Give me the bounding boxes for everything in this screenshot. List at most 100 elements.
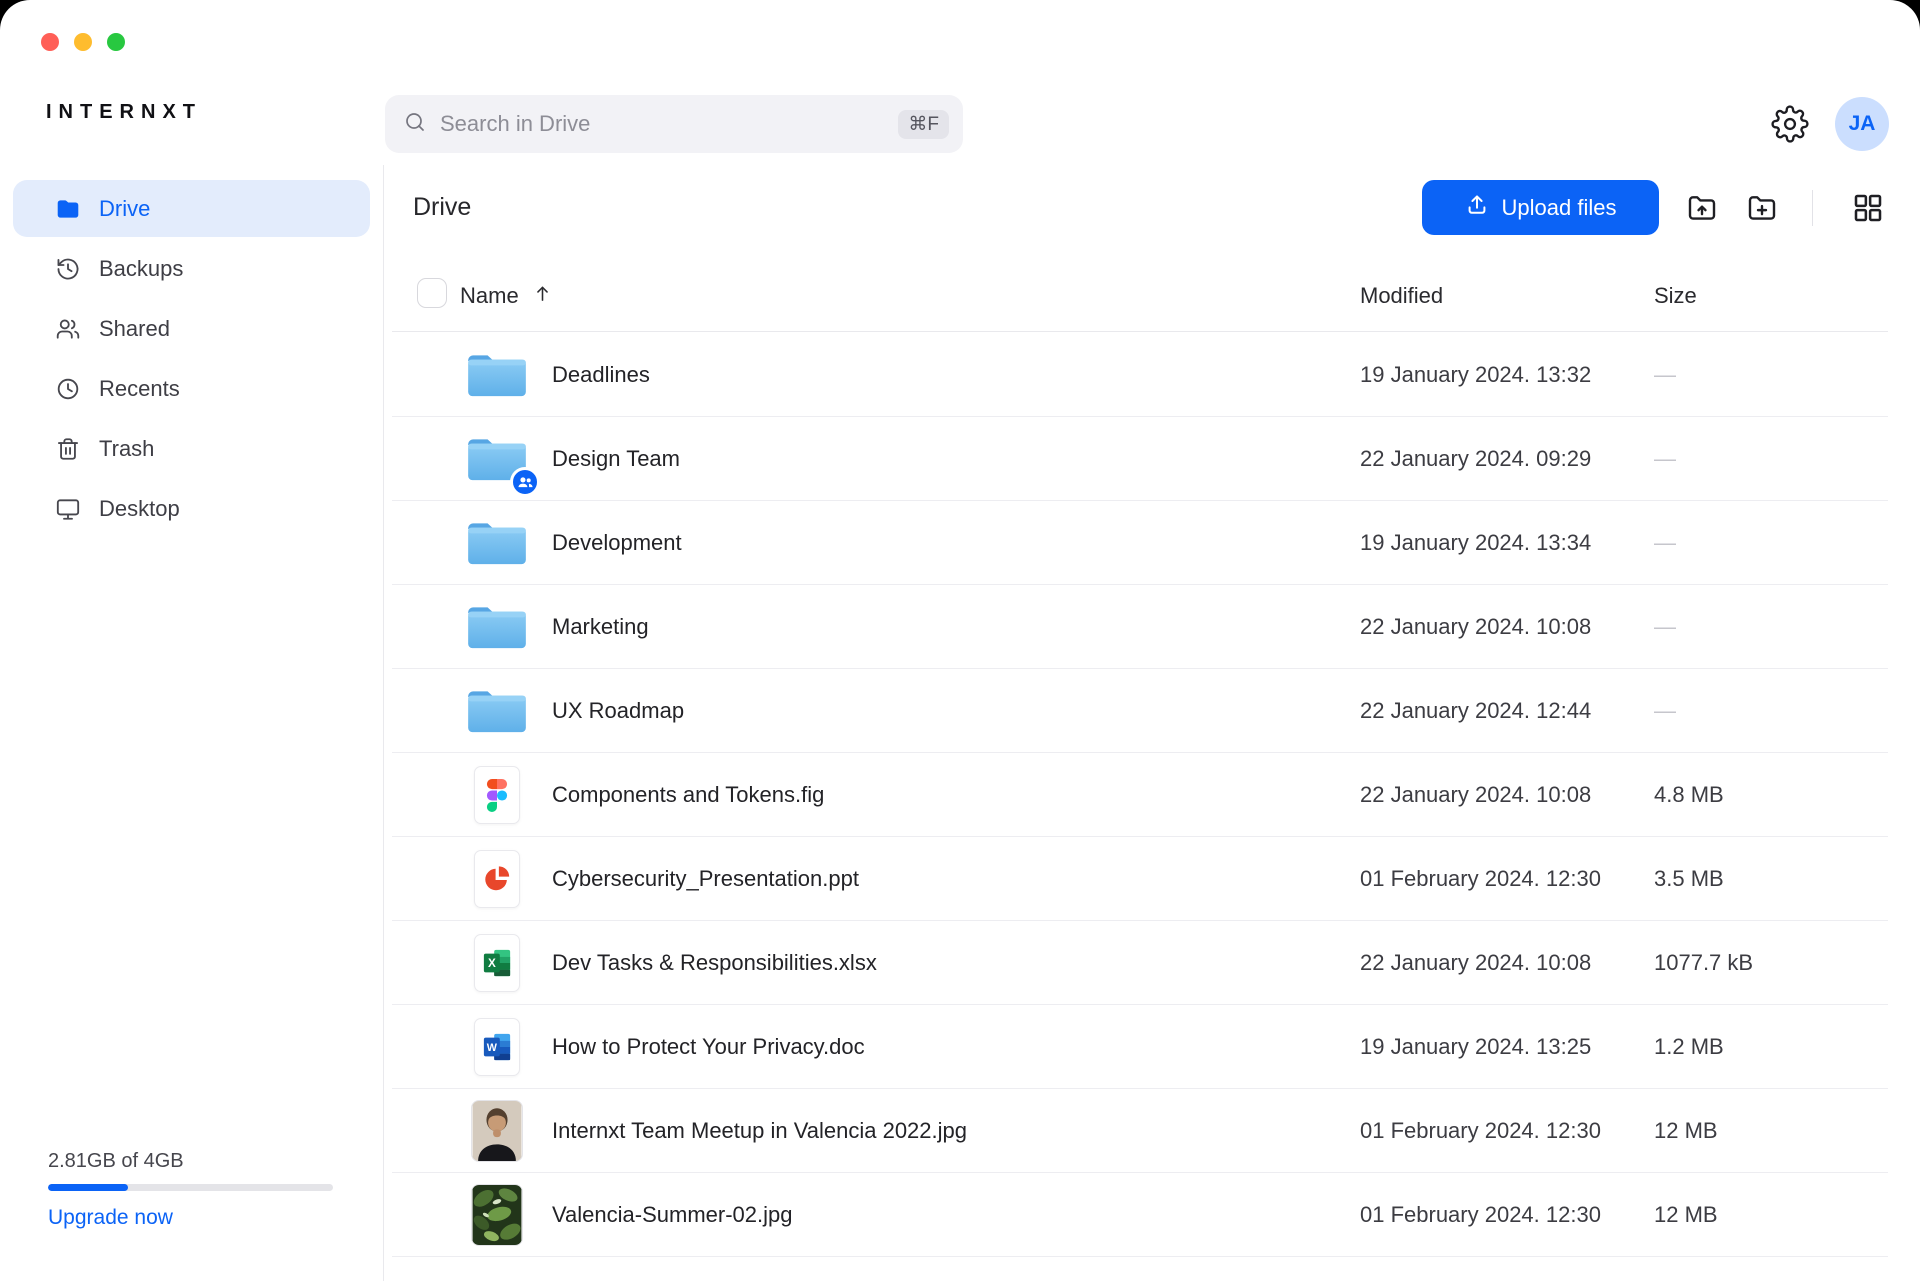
page-title: Drive [413, 193, 471, 222]
table-row[interactable]: Components and Tokens.fig 22 January 202… [384, 753, 1920, 837]
file-modified: 19 January 2024. 13:32 [1360, 333, 1591, 416]
word-icon: W [464, 1005, 530, 1089]
file-size: 12 MB [1654, 1173, 1718, 1256]
file-name: Cybersecurity_Presentation.ppt [552, 837, 859, 920]
file-size: 12 MB [1654, 1089, 1718, 1172]
file-size: 1077.7 kB [1654, 921, 1753, 1004]
search-icon [403, 110, 427, 139]
main-content: Drive Upload files Name Modified Size [384, 165, 1920, 1281]
table-row[interactable]: Cybersecurity_Presentation.ppt 01 Februa… [384, 837, 1920, 921]
sidebar-item-trash[interactable]: Trash [13, 420, 370, 477]
sidebar-nav: Drive Backups Shared Recents Trash Deskt… [0, 180, 383, 540]
storage-progress-bar [48, 1184, 333, 1191]
file-name: Valencia-Summer-02.jpg [552, 1173, 792, 1256]
figma-icon [464, 753, 530, 837]
select-all-checkbox[interactable] [417, 278, 447, 308]
sidebar: Drive Backups Shared Recents Trash Deskt… [0, 165, 384, 1281]
minimize-window-button[interactable] [74, 33, 92, 51]
folder-icon [464, 501, 530, 585]
column-header-name[interactable]: Name [460, 261, 553, 331]
sort-ascending-icon [532, 283, 553, 309]
maximize-window-button[interactable] [107, 33, 125, 51]
new-folder-button[interactable] [1746, 192, 1778, 224]
file-modified: 22 January 2024. 12:44 [1360, 669, 1591, 752]
table-row[interactable]: X Dev Tasks & Responsibilities.xlsx 22 J… [384, 921, 1920, 1005]
file-name: How to Protect Your Privacy.doc [552, 1005, 865, 1088]
table-row[interactable]: Deadlines 19 January 2024. 13:32 — [384, 333, 1920, 417]
sidebar-item-label: Recents [99, 376, 180, 402]
column-header-size[interactable]: Size [1654, 261, 1697, 331]
storage-panel: 2.81GB of 4GB Upgrade now [48, 1150, 333, 1281]
toolbar-divider [1812, 190, 1813, 226]
table-row[interactable]: Development 19 January 2024. 13:34 — [384, 501, 1920, 585]
file-name: UX Roadmap [552, 669, 684, 752]
folder-icon [464, 669, 530, 753]
users-icon [55, 316, 81, 342]
clock-icon [55, 376, 81, 402]
folder-icon [464, 333, 530, 417]
file-name: Components and Tokens.fig [552, 753, 824, 836]
file-name: Internxt Team Meetup in Valencia 2022.jp… [552, 1089, 967, 1172]
table-row[interactable]: Design Team 22 January 2024. 09:29 — [384, 417, 1920, 501]
app-window: INTERNXT Search in Drive ⌘F JA Drive Bac… [0, 0, 1920, 1281]
folder-icon [464, 585, 530, 669]
close-window-button[interactable] [41, 33, 59, 51]
file-size: 4.8 MB [1654, 753, 1724, 836]
file-modified: 22 January 2024. 09:29 [1360, 417, 1591, 500]
avatar[interactable]: JA [1835, 97, 1889, 151]
upload-files-button[interactable]: Upload files [1422, 180, 1659, 235]
folder-plus-icon [1746, 212, 1778, 227]
storage-progress-fill [48, 1184, 128, 1191]
sidebar-item-label: Backups [99, 256, 183, 282]
grid-view-button[interactable] [1852, 192, 1884, 224]
table-row[interactable]: Internxt Team Meetup in Valencia 2022.jp… [384, 1089, 1920, 1173]
table-row[interactable]: W How to Protect Your Privacy.doc 19 Jan… [384, 1005, 1920, 1089]
file-size: — [1654, 417, 1676, 500]
file-size: — [1654, 333, 1676, 416]
file-modified: 19 January 2024. 13:25 [1360, 1005, 1591, 1088]
excel-icon: X [464, 921, 530, 1005]
upload-folder-button[interactable] [1686, 192, 1718, 224]
file-modified: 01 February 2024. 12:30 [1360, 837, 1601, 920]
file-name: Dev Tasks & Responsibilities.xlsx [552, 921, 877, 1004]
file-modified: 19 January 2024. 13:34 [1360, 501, 1591, 584]
folder-fill-icon [55, 196, 81, 222]
sidebar-item-backups[interactable]: Backups [13, 240, 370, 297]
file-modified: 22 January 2024. 10:08 [1360, 921, 1591, 1004]
file-modified: 01 February 2024. 12:30 [1360, 1173, 1601, 1256]
table-row[interactable]: Valencia-Summer-02.jpg 01 February 2024.… [384, 1173, 1920, 1257]
file-size: 3.5 MB [1654, 837, 1724, 920]
file-modified: 22 January 2024. 10:08 [1360, 585, 1591, 668]
search-input[interactable]: Search in Drive ⌘F [385, 95, 963, 153]
internxt-logo: INTERNXT [46, 101, 202, 124]
sidebar-item-drive[interactable]: Drive [13, 180, 370, 237]
table-header: Name Modified Size [384, 261, 1920, 332]
folder-upload-icon [1686, 212, 1718, 227]
sidebar-item-label: Trash [99, 436, 154, 462]
file-size: — [1654, 501, 1676, 584]
storage-usage-label: 2.81GB of 4GB [48, 1150, 333, 1173]
history-icon [55, 256, 81, 282]
table-row[interactable]: UX Roadmap 22 January 2024. 12:44 — [384, 669, 1920, 753]
table-row[interactable]: Marketing 22 January 2024. 10:08 — [384, 585, 1920, 669]
column-header-modified[interactable]: Modified [1360, 261, 1443, 331]
svg-text:W: W [487, 1042, 498, 1054]
file-list: Deadlines 19 January 2024. 13:32 — Desig… [384, 333, 1920, 1257]
file-modified: 22 January 2024. 10:08 [1360, 753, 1591, 836]
file-modified: 01 February 2024. 12:30 [1360, 1089, 1601, 1172]
window-controls [41, 33, 125, 51]
settings-button[interactable] [1771, 105, 1809, 143]
avatar-initials: JA [1849, 112, 1876, 136]
folder-icon [464, 417, 530, 501]
upgrade-now-link[interactable]: Upgrade now [48, 1206, 173, 1230]
file-name: Design Team [552, 417, 680, 500]
photo-leaves-icon [464, 1173, 530, 1257]
grid-view-icon [1852, 212, 1884, 227]
file-size: — [1654, 585, 1676, 668]
sidebar-item-recents[interactable]: Recents [13, 360, 370, 417]
sidebar-item-shared[interactable]: Shared [13, 300, 370, 357]
search-shortcut-badge: ⌘F [898, 110, 949, 139]
file-name: Marketing [552, 585, 649, 668]
file-name: Development [552, 501, 682, 584]
sidebar-item-desktop[interactable]: Desktop [13, 480, 370, 537]
